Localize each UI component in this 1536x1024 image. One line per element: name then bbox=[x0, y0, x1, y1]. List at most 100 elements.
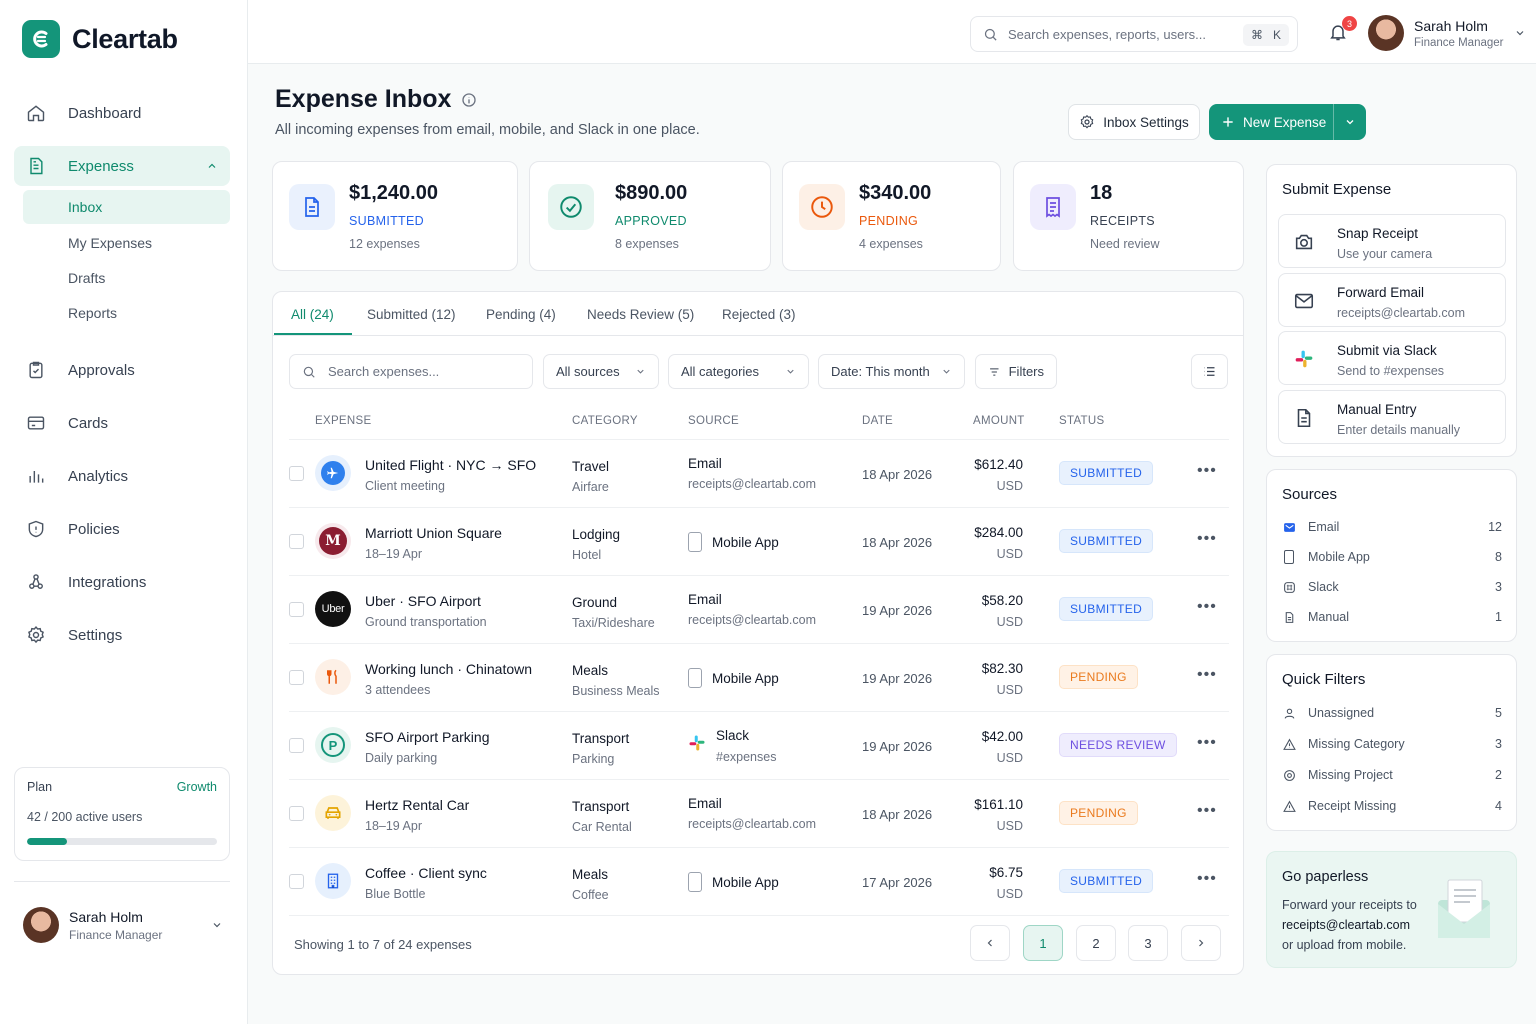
source-item-email[interactable]: Email 12 bbox=[1282, 517, 1502, 537]
status-badge: SUBMITTED bbox=[1059, 869, 1154, 893]
nav-policies[interactable]: Policies bbox=[14, 509, 230, 549]
chevron-left-icon bbox=[987, 939, 992, 947]
page-button-1[interactable]: 1 bbox=[1023, 925, 1063, 961]
row-checkbox[interactable] bbox=[289, 670, 304, 685]
table-row[interactable]: Uber Uber · SFO Airport Ground transport… bbox=[289, 576, 1229, 644]
forward-email-option[interactable]: Forward Email receipts@cleartab.com bbox=[1278, 273, 1506, 327]
sources-select[interactable]: All sources bbox=[543, 354, 659, 389]
table-row[interactable]: United Flight · NYC → SFO Client meeting… bbox=[289, 440, 1229, 508]
quick-filter-missing-project[interactable]: Missing Project 2 bbox=[1282, 765, 1502, 785]
go-paperless-card: Go paperless Forward your receipts to re… bbox=[1266, 851, 1517, 968]
stat-card-pending[interactable]: $340.00 PENDING 4 expenses bbox=[782, 161, 1001, 271]
nav-dashboard[interactable]: Dashboard bbox=[14, 93, 230, 133]
row-more-icon[interactable]: ••• bbox=[1197, 734, 1217, 752]
manual-entry-option[interactable]: Manual Entry Enter details manually bbox=[1278, 390, 1506, 444]
table-row[interactable]: Working lunch · Chinatown 3 attendees Me… bbox=[289, 644, 1229, 712]
inbox-settings-button[interactable]: Inbox Settings bbox=[1068, 104, 1200, 140]
col-expense[interactable]: EXPENSE bbox=[315, 415, 371, 427]
quick-filter-unassigned[interactable]: Unassigned 5 bbox=[1282, 703, 1502, 723]
row-checkbox[interactable] bbox=[289, 466, 304, 481]
col-source[interactable]: SOURCE bbox=[688, 415, 739, 427]
col-amount[interactable]: AMOUNT bbox=[973, 415, 1025, 427]
date-select[interactable]: Date: This month bbox=[818, 354, 965, 389]
global-search-input[interactable] bbox=[1008, 26, 1228, 42]
nav-settings[interactable]: Settings bbox=[14, 615, 230, 655]
table-row[interactable]: M Marriott Union Square 18–19 Apr Lodgin… bbox=[289, 508, 1229, 576]
subnav-drafts[interactable]: Drafts bbox=[23, 261, 230, 295]
submit-expense-title: Submit Expense bbox=[1282, 181, 1392, 198]
stat-card-submitted[interactable]: $1,240.00 SUBMITTED 12 expenses bbox=[272, 161, 518, 271]
nav-approvals[interactable]: Approvals bbox=[14, 350, 230, 390]
expense-source: Mobile App bbox=[712, 874, 779, 890]
info-icon[interactable] bbox=[461, 92, 477, 108]
global-search[interactable]: ⌘ K bbox=[970, 16, 1298, 52]
row-checkbox[interactable] bbox=[289, 806, 304, 821]
source-label: Manual bbox=[1308, 610, 1349, 624]
col-date[interactable]: DATE bbox=[862, 415, 893, 427]
expense-search[interactable] bbox=[289, 354, 533, 389]
top-user-menu[interactable]: Sarah Holm Finance Manager bbox=[1368, 15, 1526, 51]
row-checkbox[interactable] bbox=[289, 602, 304, 617]
filters-button[interactable]: Filters bbox=[975, 354, 1057, 389]
source-item-mobile[interactable]: Mobile App 8 bbox=[1282, 547, 1502, 567]
nav-cards[interactable]: Cards bbox=[14, 403, 230, 443]
stat-card-receipts[interactable]: 18 RECEIPTS Need review bbox=[1013, 161, 1244, 271]
tab-rejected[interactable]: Rejected (3) bbox=[722, 307, 796, 322]
row-checkbox[interactable] bbox=[289, 874, 304, 889]
mobile-phone-icon bbox=[688, 872, 702, 892]
nav-expenses[interactable]: Expeness bbox=[14, 146, 230, 186]
sources-select-value: All sources bbox=[556, 364, 620, 379]
submit-via-slack-option[interactable]: Submit via Slack Send to #expenses bbox=[1278, 331, 1506, 385]
chevron-down-icon[interactable] bbox=[1514, 27, 1526, 39]
col-category[interactable]: CATEGORY bbox=[572, 415, 638, 427]
row-checkbox[interactable] bbox=[289, 534, 304, 549]
quick-filter-missing-category[interactable]: Missing Category 3 bbox=[1282, 734, 1502, 754]
expense-title: Marriott Union Square bbox=[365, 525, 502, 541]
nav-integrations[interactable]: Integrations bbox=[14, 562, 230, 602]
chevron-down-icon[interactable] bbox=[211, 919, 223, 931]
tab-all[interactable]: All (24) bbox=[291, 307, 334, 322]
subnav-reports[interactable]: Reports bbox=[23, 296, 230, 330]
app-logo[interactable]: Cleartab bbox=[22, 20, 178, 58]
row-more-icon[interactable]: ••• bbox=[1197, 870, 1217, 888]
quick-filter-count: 5 bbox=[1495, 706, 1502, 720]
page-button-2[interactable]: 2 bbox=[1076, 925, 1116, 961]
tab-submitted[interactable]: Submitted (12) bbox=[367, 307, 456, 322]
categories-select[interactable]: All categories bbox=[668, 354, 809, 389]
paperless-email[interactable]: receipts@cleartab.com bbox=[1282, 915, 1417, 935]
table-row[interactable]: P SFO Airport Parking Daily parking Tran… bbox=[289, 712, 1229, 780]
expense-date: 19 Apr 2026 bbox=[862, 739, 933, 754]
view-toggle-button[interactable] bbox=[1191, 354, 1228, 389]
table-row[interactable]: Coffee · Client sync Blue Bottle Meals C… bbox=[289, 848, 1229, 916]
chevron-up-icon[interactable] bbox=[206, 160, 218, 172]
snap-receipt-option[interactable]: Snap Receipt Use your camera bbox=[1278, 214, 1506, 268]
source-item-slack[interactable]: Slack 3 bbox=[1282, 577, 1502, 597]
prev-page-button[interactable] bbox=[970, 925, 1010, 961]
subnav-my-expenses[interactable]: My Expenses bbox=[23, 226, 230, 260]
row-more-icon[interactable]: ••• bbox=[1197, 530, 1217, 548]
row-more-icon[interactable]: ••• bbox=[1197, 462, 1217, 480]
row-more-icon[interactable]: ••• bbox=[1197, 666, 1217, 684]
new-expense-button[interactable]: New Expense bbox=[1209, 104, 1366, 140]
table-row[interactable]: Hertz Rental Car 18–19 Apr Transport Car… bbox=[289, 780, 1229, 848]
row-more-icon[interactable]: ••• bbox=[1197, 598, 1217, 616]
stat-card-approved[interactable]: $890.00 APPROVED 8 expenses bbox=[529, 161, 771, 271]
tab-pending[interactable]: Pending (4) bbox=[486, 307, 556, 322]
expense-search-input[interactable] bbox=[328, 364, 508, 379]
quick-filter-receipt-missing[interactable]: Receipt Missing 4 bbox=[1282, 796, 1502, 816]
subnav-inbox[interactable]: Inbox bbox=[23, 190, 230, 224]
row-more-icon[interactable]: ••• bbox=[1197, 802, 1217, 820]
col-status[interactable]: STATUS bbox=[1059, 415, 1104, 427]
page-button-3[interactable]: 3 bbox=[1128, 925, 1168, 961]
new-expense-dropdown[interactable] bbox=[1334, 116, 1366, 128]
sidebar-user-menu[interactable]: Sarah Holm Finance Manager bbox=[23, 907, 223, 943]
slack-icon bbox=[1289, 344, 1319, 374]
chevron-down-icon bbox=[637, 369, 644, 374]
source-item-manual[interactable]: Manual 1 bbox=[1282, 607, 1502, 627]
plan-label: Plan bbox=[27, 780, 53, 794]
tab-needs-review[interactable]: Needs Review (5) bbox=[587, 307, 694, 322]
nav-analytics[interactable]: Analytics bbox=[14, 456, 230, 496]
next-page-button[interactable] bbox=[1181, 925, 1221, 961]
plan-tier[interactable]: Growth bbox=[177, 780, 217, 794]
row-checkbox[interactable] bbox=[289, 738, 304, 753]
